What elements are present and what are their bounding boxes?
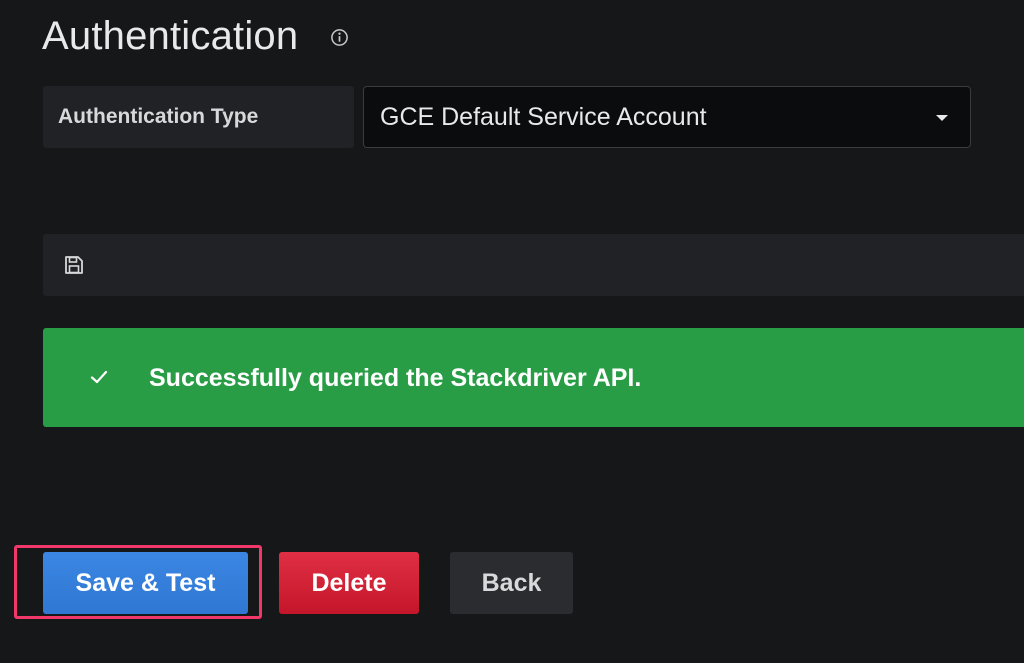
save-test-button[interactable]: Save & Test: [43, 552, 248, 614]
auth-type-select[interactable]: GCE Default Service Account: [363, 86, 971, 148]
back-button[interactable]: Back: [450, 552, 573, 614]
section-title: Authentication: [42, 14, 299, 58]
delete-button[interactable]: Delete: [279, 552, 419, 614]
success-alert: Successfully queried the Stackdriver API…: [43, 328, 1024, 427]
floppy-disk-icon: [65, 256, 83, 274]
auth-type-label: Authentication Type: [43, 86, 354, 148]
alert-message: Successfully queried the Stackdriver API…: [149, 364, 642, 392]
chevron-down-icon: [936, 115, 948, 121]
datasource-settings-page: Authentication Authentication Type GCE D…: [0, 0, 1024, 663]
auth-type-selected-value: GCE Default Service Account: [380, 102, 707, 131]
info-icon[interactable]: [330, 28, 349, 47]
save-status-bar: [43, 234, 1024, 296]
check-icon: [90, 370, 108, 384]
